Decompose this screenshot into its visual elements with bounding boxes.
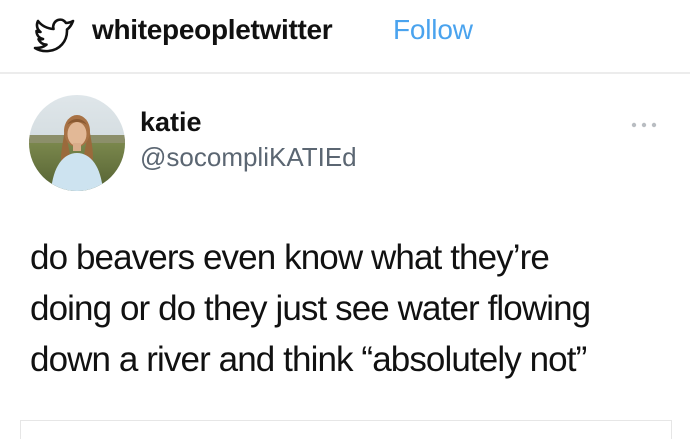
tweet-text-line: doing or do they just see water flowing (30, 289, 591, 328)
bird-outline-icon (33, 18, 75, 53)
post-header: whitepeopletwitter Follow (0, 0, 690, 74)
more-dots-icon[interactable] (630, 120, 658, 130)
profile-photo (29, 95, 125, 191)
next-card-edge (20, 420, 672, 439)
account-name[interactable]: whitepeopletwitter (92, 14, 333, 46)
tweet-text-line: do beavers even know what they’re (30, 238, 550, 277)
post-screenshot: whitepeopletwitter Follow katie @socompl… (0, 0, 690, 439)
follow-button[interactable]: Follow (393, 14, 473, 46)
embedded-tweet: katie @socompliKATIEd do beavers even kn… (0, 74, 690, 439)
tweet-text: do beavers even know what they’re doing … (30, 232, 670, 385)
tweet-text-line: down a river and think “absolutely not” (30, 340, 587, 379)
display-name[interactable]: katie (140, 107, 202, 138)
avatar[interactable] (29, 95, 125, 191)
user-handle[interactable]: @socompliKATIEd (140, 142, 357, 173)
